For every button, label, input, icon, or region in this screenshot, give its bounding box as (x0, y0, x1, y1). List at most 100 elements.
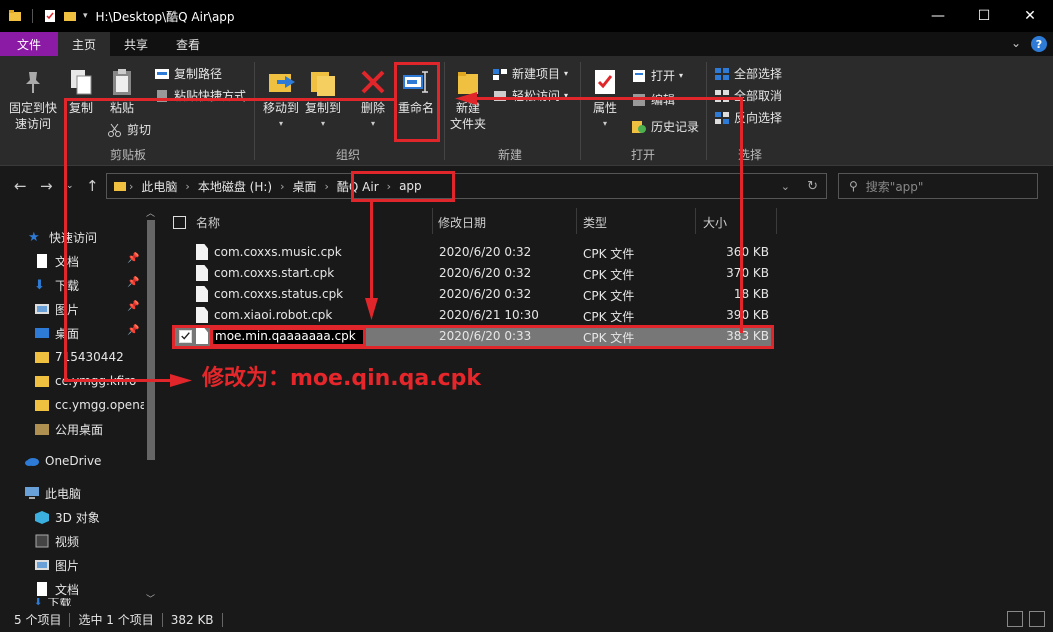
column-header-type[interactable]: 类型 (583, 214, 607, 232)
arrow-right-icon (170, 374, 192, 387)
column-header-size[interactable]: 大小 (703, 214, 727, 232)
easy-access-label: 轻松访问 (512, 89, 561, 103)
forward-arrow-icon[interactable]: → (40, 177, 53, 195)
breadcrumb-desktop[interactable]: 桌面 (286, 178, 322, 195)
refresh-icon[interactable]: ↻ (807, 179, 818, 194)
chevron-down-icon[interactable]: ⌄ (781, 180, 790, 193)
file-name: com.coxxs.status.cpk (214, 287, 344, 301)
file-name: com.coxxs.music.cpk (214, 245, 342, 259)
select-none-icon (715, 89, 729, 102)
back-arrow-icon[interactable]: ← (14, 177, 27, 195)
scroll-thumb[interactable] (147, 220, 155, 460)
file-row[interactable]: com.coxxs.start.cpk 2020/6/20 0:32 CPK 文… (174, 263, 772, 284)
easy-access-button[interactable]: 轻松访问 ▾ (492, 87, 568, 104)
invert-selection-button[interactable]: 反向选择 (714, 109, 782, 126)
nav-quick-access[interactable]: ★ 快速访问 (28, 225, 97, 249)
chevron-down-icon[interactable]: ▾ (83, 11, 88, 21)
nav-desktop[interactable]: 桌面 (34, 321, 79, 345)
nav-downloads-pc[interactable]: ⬇ 下载 (34, 598, 71, 606)
chevron-down-icon[interactable]: ﹀ (146, 592, 155, 605)
chevron-down-icon[interactable]: ⌄ (66, 181, 74, 191)
pin-quick-access-button[interactable]: 固定到快 速访问 (6, 66, 60, 132)
history-button[interactable]: 历史记录 (631, 118, 699, 135)
pin-label: 固定到快 速访问 (8, 101, 57, 131)
computer-icon (25, 487, 39, 499)
file-modified: 2020/6/20 0:32 (439, 287, 532, 301)
nav-documents[interactable]: 文档 (34, 249, 79, 273)
video-icon (35, 534, 49, 548)
select-all-button[interactable]: 全部选择 (714, 65, 782, 82)
search-input[interactable]: ⚲ 搜索"app" (838, 173, 1038, 199)
file-name: com.xiaoi.robot.cpk (214, 308, 333, 322)
copy-button[interactable]: 复制 (64, 66, 98, 116)
select-none-button[interactable]: 全部取消 (714, 87, 782, 104)
help-icon[interactable]: ? (1031, 36, 1047, 52)
breadcrumb-this-pc[interactable]: 此电脑 (135, 178, 183, 195)
nav-this-pc[interactable]: 此电脑 (24, 481, 81, 505)
copy-path-button[interactable]: 复制路径 (154, 65, 222, 82)
minimize-button[interactable]: — (915, 0, 961, 32)
nav-pictures-pc[interactable]: 图片 (34, 553, 79, 577)
nav-folder-opena[interactable]: cc.ymgg.opena (34, 393, 144, 417)
close-button[interactable]: ✕ (1007, 0, 1053, 32)
tab-share[interactable]: 共享 (110, 32, 162, 56)
scissors-icon (108, 123, 121, 137)
chevron-right-icon[interactable]: › (278, 180, 286, 193)
nav-videos[interactable]: 视频 (34, 529, 79, 553)
cloud-icon (25, 458, 39, 466)
nav-downloads[interactable]: ⬇ 下载 (34, 273, 79, 297)
tab-file[interactable]: 文件 (0, 32, 58, 56)
tab-view[interactable]: 查看 (162, 32, 214, 56)
nav-scrollbar[interactable]: ︿ ﹀ (144, 206, 156, 606)
large-icons-view-icon[interactable] (1029, 611, 1045, 627)
breadcrumb-drive[interactable]: 本地磁盘 (H:) (192, 178, 278, 195)
new-folder-icon[interactable] (63, 9, 77, 23)
star-icon: ★ (28, 230, 40, 245)
paste-button[interactable]: 粘贴 (104, 66, 140, 116)
column-header-modified[interactable]: 修改日期 (438, 214, 486, 232)
search-placeholder: 搜索"app" (865, 179, 924, 194)
maximize-button[interactable]: ☐ (961, 0, 1007, 32)
new-item-button[interactable]: 新建项目 ▾ (492, 65, 568, 82)
chevron-up-icon[interactable]: ︿ (146, 206, 155, 219)
new-group-label: 新建 (498, 148, 523, 162)
nav-3d-objects[interactable]: 3D 对象 (34, 505, 100, 529)
chevron-down-icon: ▾ (679, 71, 684, 80)
pin-icon: 📌 (127, 277, 140, 288)
nav-folder-715430442[interactable]: 715430442 (34, 345, 124, 369)
arrow-left-icon (455, 92, 477, 105)
address-bar[interactable]: › 此电脑 › 本地磁盘 (H:) › 桌面 › 酷Q Air › app ⌄ … (106, 173, 827, 199)
copy-path-label: 复制路径 (174, 67, 223, 81)
chevron-right-icon[interactable]: › (127, 180, 135, 193)
document-icon (37, 582, 47, 596)
nav-pictures[interactable]: 图片 (34, 297, 79, 321)
nav-onedrive[interactable]: OneDrive (24, 449, 101, 473)
folder-icon (35, 400, 49, 411)
nav-public-desktop[interactable]: 公用桌面 (34, 417, 103, 441)
details-view-icon[interactable] (1007, 611, 1023, 627)
divider (580, 62, 581, 160)
file-row[interactable]: com.coxxs.status.cpk 2020/6/20 0:32 CPK … (174, 284, 772, 305)
select-all-checkbox[interactable] (173, 216, 186, 229)
cube-icon (35, 511, 49, 524)
chevron-right-icon[interactable]: › (323, 180, 331, 193)
annotation-text: 修改为：moe.qin.qa.cpk (202, 366, 481, 391)
chevron-right-icon[interactable]: › (183, 180, 191, 193)
column-header-name[interactable]: 名称 (196, 214, 220, 232)
rename-highlight-box (394, 62, 440, 142)
search-icon: ⚲ (849, 179, 858, 193)
history-label: 历史记录 (651, 120, 700, 134)
ribbon: 固定到快 速访问 复制 粘贴 复制路径 粘贴快捷方式 剪切 剪贴板 移动到 ▾ … (0, 56, 1053, 166)
cut-button[interactable]: 剪切 (107, 121, 151, 138)
copy-icon (71, 70, 92, 95)
chevron-down-icon[interactable]: ⌄ (1011, 36, 1021, 52)
tab-home[interactable]: 主页 (58, 32, 111, 56)
annotation-line (64, 98, 394, 101)
file-row[interactable]: com.coxxs.music.cpk 2020/6/20 0:32 CPK 文… (174, 242, 772, 263)
up-arrow-icon[interactable]: ↑ (86, 177, 99, 195)
open-button[interactable]: 打开 ▾ (631, 67, 683, 84)
file-row[interactable]: com.xiaoi.robot.cpk 2020/6/21 10:30 CPK … (174, 305, 772, 326)
paste-shortcut-button[interactable]: 粘贴快捷方式 (154, 87, 246, 104)
arrow-down-icon (365, 298, 378, 320)
properties-icon[interactable] (43, 9, 57, 23)
